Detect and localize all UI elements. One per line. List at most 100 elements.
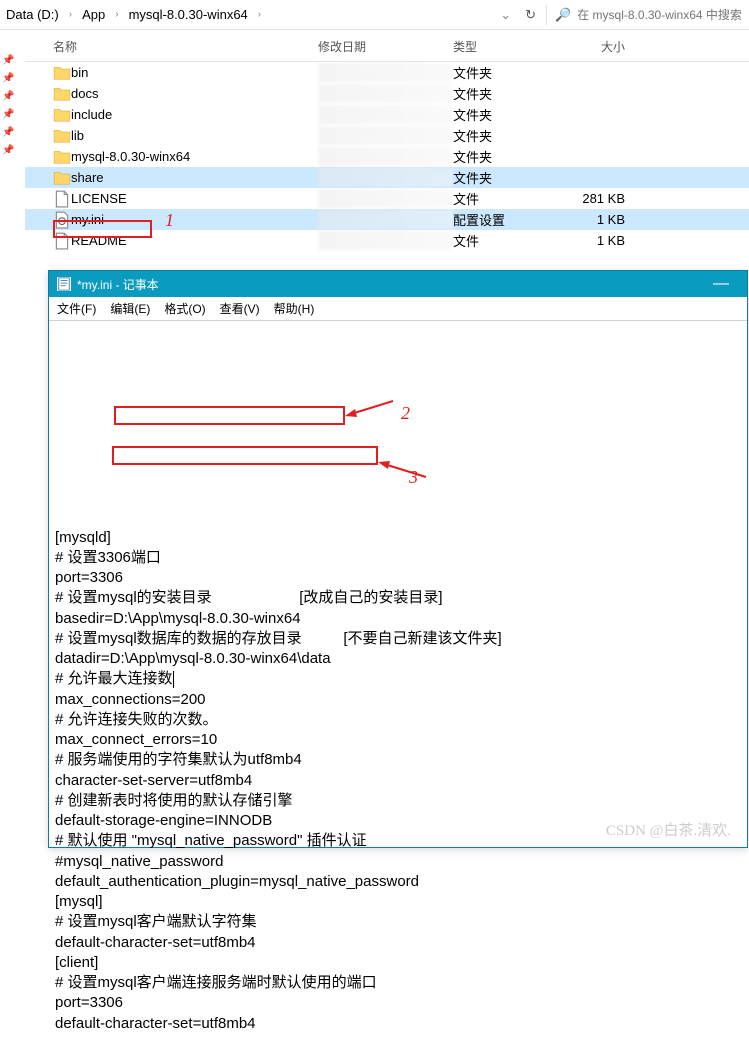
file-type: 文件	[453, 189, 573, 208]
notepad-line: # 设置mysql的安装目录 [改成自己的安装目录]	[55, 588, 741, 608]
file-row[interactable]: README 文件1 KB	[25, 230, 749, 251]
notepad-line: # 设置3306端口	[55, 548, 741, 568]
col-header-name[interactable]: 名称	[53, 38, 318, 55]
file-row[interactable]: share文件夹	[25, 167, 749, 188]
col-header-type[interactable]: 类型	[453, 38, 573, 55]
notepad-line: [client]	[55, 953, 741, 973]
file-date	[318, 168, 453, 187]
file-name: my.ini	[71, 212, 318, 227]
minimize-icon[interactable]: —	[703, 271, 739, 297]
file-name: bin	[71, 65, 318, 80]
notepad-line: default-character-set=utf8mb4	[55, 1014, 741, 1034]
file-type: 配置设置	[453, 210, 573, 229]
file-row[interactable]: include 文件夹	[25, 104, 749, 125]
annotation-label-2: 2	[401, 401, 410, 425]
annotation-box-3	[112, 446, 378, 465]
annotation-arrow-3	[378, 459, 428, 481]
notepad-line: # 设置mysql客户端默认字符集	[55, 912, 741, 932]
notepad-titlebar[interactable]: *my.ini - 记事本 —	[49, 271, 747, 297]
breadcrumb-item[interactable]: Data (D:)	[0, 3, 65, 26]
file-date	[318, 63, 453, 82]
quick-access-pins: 📌 📌 📌 📌 📌 📌	[2, 55, 14, 156]
menu-format[interactable]: 格式(O)	[164, 300, 205, 317]
refresh-icon[interactable]: ↻	[517, 3, 544, 27]
notepad-line: # 创建新表时将使用的默认存储引擎	[55, 791, 741, 811]
column-headers: 名称 修改日期 类型 大小	[25, 30, 749, 62]
file-name: README	[71, 233, 318, 248]
file-date	[318, 189, 453, 208]
notepad-line: datadir=D:\App\mysql-8.0.30-winx64\data	[55, 649, 741, 669]
file-date	[318, 84, 453, 103]
notepad-line: #mysql_native_password	[55, 852, 741, 872]
file-date	[318, 147, 453, 166]
menu-help[interactable]: 帮助(H)	[274, 300, 315, 317]
pin-icon: 📌	[2, 55, 14, 66]
folder-icon	[53, 106, 71, 124]
notepad-menu: 文件(F) 编辑(E) 格式(O) 查看(V) 帮助(H)	[49, 297, 747, 321]
search-icon: 🔎	[555, 7, 571, 23]
file-type: 文件	[453, 231, 573, 250]
ini-icon	[53, 211, 71, 229]
file-row[interactable]: docs文件夹	[25, 83, 749, 104]
chevron-right-icon: ›	[113, 9, 120, 20]
file-size: 1 KB	[573, 233, 633, 248]
notepad-line: port=3306	[55, 568, 741, 588]
annotation-label-3: 3	[409, 465, 418, 489]
notepad-line: # 允许最大连接数	[55, 669, 741, 689]
file-row[interactable]: bin文件夹	[25, 62, 749, 83]
folder-icon	[53, 148, 71, 166]
breadcrumb-bar: Data (D:) › App › mysql-8.0.30-winx64 › …	[0, 0, 749, 30]
file-type: 文件夹	[453, 147, 573, 166]
file-date	[318, 105, 453, 124]
notepad-line: character-set-server=utf8mb4	[55, 771, 741, 791]
notepad-line: # 设置mysql数据库的数据的存放目录 [不要自己新建该文件夹]	[55, 629, 741, 649]
notepad-line: port=3306	[55, 993, 741, 1013]
menu-file[interactable]: 文件(F)	[57, 300, 96, 317]
notepad-line: # 允许连接失败的次数。	[55, 710, 741, 730]
breadcrumb-item[interactable]: mysql-8.0.30-winx64	[123, 3, 254, 26]
notepad-title: *my.ini - 记事本	[77, 276, 159, 293]
folder-icon	[53, 127, 71, 145]
breadcrumb-item[interactable]: App	[76, 3, 111, 26]
notepad-line: [mysql]	[55, 892, 741, 912]
search-input[interactable]	[577, 8, 743, 22]
file-row[interactable]: lib 文件夹	[25, 125, 749, 146]
file-date	[318, 231, 453, 250]
file-type: 文件夹	[453, 84, 573, 103]
notepad-line: default_authentication_plugin=mysql_nati…	[55, 872, 741, 892]
pin-icon: 📌	[2, 109, 14, 120]
col-header-date[interactable]: 修改日期	[318, 38, 453, 55]
file-name: include	[71, 107, 318, 122]
search-box[interactable]: 🔎	[549, 7, 749, 23]
notepad-line: [mysqld]	[55, 528, 741, 548]
file-name: LICENSE	[71, 191, 318, 206]
file-size: 281 KB	[573, 191, 633, 206]
folder-icon	[53, 64, 71, 82]
menu-edit[interactable]: 编辑(E)	[110, 300, 150, 317]
file-row[interactable]: LICENSE 文件281 KB	[25, 188, 749, 209]
notepad-line: default-character-set=utf8mb4	[55, 933, 741, 953]
menu-view[interactable]: 查看(V)	[220, 300, 260, 317]
notepad-window: *my.ini - 记事本 — 文件(F) 编辑(E) 格式(O) 查看(V) …	[48, 270, 748, 848]
notepad-line: # 设置mysql客户端连接服务端时默认使用的端口	[55, 973, 741, 993]
chevron-down-icon[interactable]: ⌄	[496, 3, 515, 27]
pin-icon: 📌	[2, 127, 14, 138]
file-row[interactable]: mysql-8.0.30-winx64 文件夹	[25, 146, 749, 167]
file-date	[318, 210, 453, 229]
file-size: 1 KB	[573, 212, 633, 227]
notepad-line: max_connections=200	[55, 690, 741, 710]
file-row[interactable]: my.ini 配置设置1 KB	[25, 209, 749, 230]
file-name: lib	[71, 128, 318, 143]
pin-icon: 📌	[2, 145, 14, 156]
file-type: 文件夹	[453, 168, 573, 187]
notepad-body[interactable]: 2 3 [mysqld]# 设置3306端口port=3306# 设置mysql…	[49, 321, 747, 1038]
notepad-line: basedir=D:\App\mysql-8.0.30-winx64	[55, 609, 741, 629]
file-icon	[53, 190, 71, 208]
col-header-size[interactable]: 大小	[573, 38, 633, 55]
file-icon	[53, 232, 71, 250]
chevron-right-icon: ›	[67, 9, 74, 20]
file-type: 文件夹	[453, 126, 573, 145]
file-type: 文件夹	[453, 105, 573, 124]
annotation-arrow-2	[345, 398, 395, 420]
file-name: mysql-8.0.30-winx64	[71, 149, 318, 164]
